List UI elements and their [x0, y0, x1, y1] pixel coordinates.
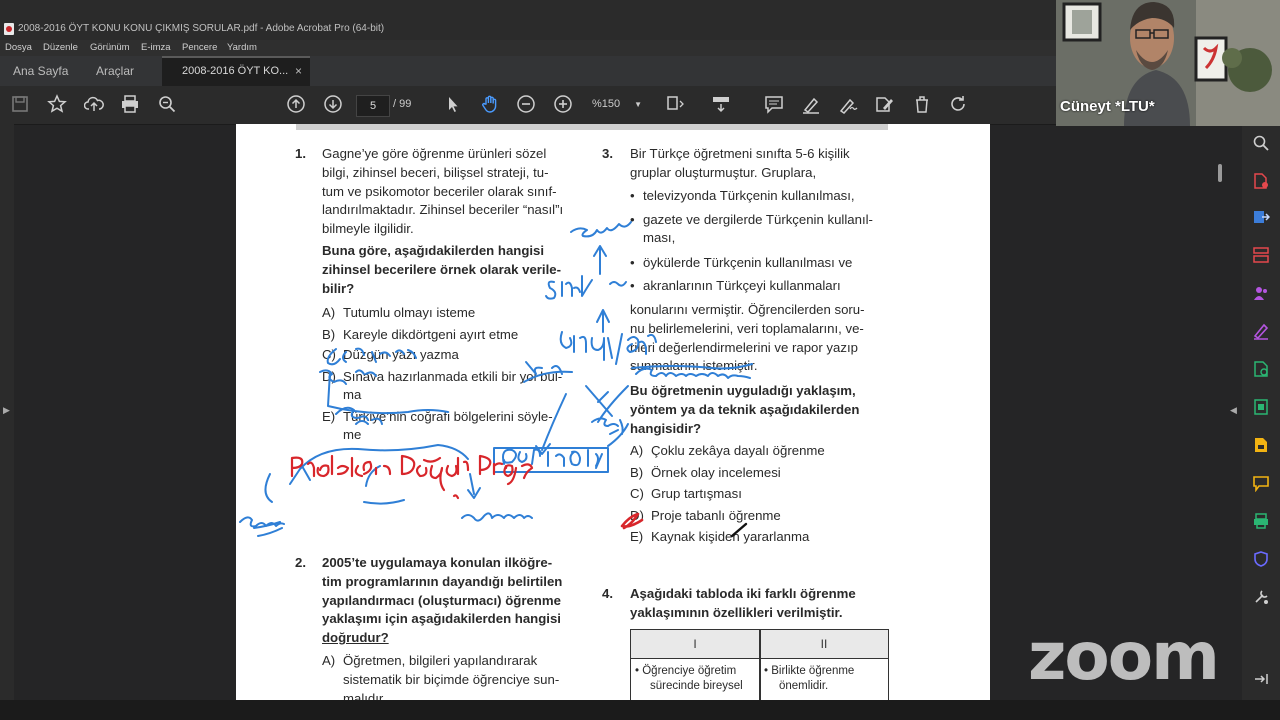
- ink-connector-2: [585, 385, 613, 417]
- chevron-down-icon: ▼: [634, 100, 643, 109]
- ink-word-birey: [559, 331, 657, 365]
- bookmark-star-icon[interactable]: [46, 94, 68, 116]
- document-scrollbar[interactable]: [1214, 124, 1226, 700]
- enhance-scan-icon[interactable]: [1251, 398, 1271, 418]
- pdf-page: 1. Gagne’ye göre öğrenme ürünleri sözel …: [236, 124, 990, 700]
- zoom-watermark-logo: zoom: [1028, 618, 1220, 695]
- zoom-level-value: %150: [592, 98, 621, 110]
- expand-left-panel-icon[interactable]: ▶: [3, 405, 10, 416]
- print-icon[interactable]: [119, 94, 141, 116]
- window-title: 2008-2016 ÖYT KONU KONU ÇIKMIŞ SORULAR.p…: [18, 23, 385, 34]
- upload-cloud-icon[interactable]: [83, 94, 105, 116]
- ink-word-yasam: [631, 363, 753, 379]
- ink-dayali-dot: [422, 456, 442, 463]
- zoom-in-icon[interactable]: [552, 94, 574, 116]
- export-pdf-icon[interactable]: [1251, 208, 1271, 228]
- ink-squiggle: [609, 281, 627, 287]
- ink-connector: [525, 361, 543, 375]
- ink-left-squiggle: [319, 369, 377, 385]
- tab-home[interactable]: Ana Sayfa: [13, 64, 68, 78]
- edit-pdf-icon[interactable]: [873, 94, 895, 116]
- ink-arrow-down: [535, 393, 567, 455]
- webcam-video: Cüneyt *LTU*: [1056, 0, 1280, 126]
- ink-under-curve: [363, 465, 405, 505]
- next-page-icon[interactable]: [322, 94, 344, 116]
- tab-document-label: 2008-2016 ÖYT KO...: [182, 65, 289, 77]
- menu-esign[interactable]: E-imza: [141, 42, 171, 53]
- comment-tool-icon[interactable]: [1251, 474, 1271, 494]
- scrollbar-thumb[interactable]: [1218, 164, 1222, 182]
- rotate-redo-icon[interactable]: [947, 94, 969, 116]
- comment-icon[interactable]: [763, 94, 785, 116]
- zoom-out-icon[interactable]: [515, 94, 537, 116]
- compress-pdf-icon[interactable]: [1251, 360, 1271, 380]
- print-production-icon[interactable]: [1251, 512, 1271, 532]
- ink-word-yeni: [239, 473, 285, 537]
- share-people-icon[interactable]: [1251, 284, 1271, 304]
- ink-text-ornek-olay: [502, 448, 603, 469]
- previous-page-icon[interactable]: [285, 94, 307, 116]
- right-tools-panel: [1242, 124, 1280, 700]
- ink-box-ornek-olay: [493, 447, 609, 473]
- highlight-pen-icon[interactable]: [800, 94, 822, 116]
- menu-view[interactable]: Görünüm: [90, 42, 130, 53]
- page-number-input[interactable]: 5: [356, 95, 390, 117]
- collapse-right-panel-icon[interactable]: ◀: [1230, 405, 1237, 416]
- ink-arrow-up: [593, 245, 607, 275]
- organize-pages-icon[interactable]: [1251, 246, 1271, 266]
- fill-sign-icon[interactable]: [1251, 322, 1271, 342]
- select-cursor-icon[interactable]: [442, 94, 464, 116]
- ink-word-grup: [570, 221, 632, 238]
- page-fit-icon[interactable]: [665, 94, 687, 116]
- collapse-panel-icon[interactable]: [1251, 670, 1271, 690]
- scroll-mode-icon[interactable]: [710, 94, 732, 116]
- ink-arrow-up-2: [596, 309, 610, 333]
- status-bar: [0, 700, 1280, 720]
- zoom-level-select[interactable]: %150 ▼: [592, 98, 642, 110]
- ink-annotations: [239, 221, 753, 538]
- zoom-search-icon[interactable]: [156, 94, 178, 116]
- menu-edit[interactable]: Düzenle: [43, 42, 78, 53]
- ink-word-kolumn: [461, 512, 533, 522]
- pen-cursor: [730, 522, 748, 538]
- delete-trash-icon[interactable]: [911, 94, 933, 116]
- hand-tool-icon[interactable]: [479, 94, 501, 116]
- menu-window[interactable]: Pencere: [182, 42, 217, 53]
- participant-name: Cüneyt *LTU*: [1060, 98, 1155, 115]
- tab-tools[interactable]: Araçlar: [96, 64, 134, 78]
- ink-word-sinif: [545, 275, 593, 300]
- tab-document[interactable]: 2008-2016 ÖYT KO... ×: [162, 56, 310, 86]
- shield-icon[interactable]: [1251, 550, 1271, 570]
- pdf-app-icon: [4, 23, 14, 35]
- create-pdf-icon[interactable]: [1251, 172, 1271, 192]
- more-tools-icon[interactable]: [1251, 588, 1271, 608]
- menu-file[interactable]: Dosya: [5, 42, 32, 53]
- close-tab-icon[interactable]: ×: [295, 64, 302, 78]
- ink-arrow-down-2: [467, 473, 481, 499]
- page-total: / 99: [393, 98, 412, 110]
- search-tool-icon[interactable]: [1251, 134, 1271, 154]
- ink-word-olay: [326, 347, 417, 366]
- protect-doc-icon[interactable]: [1251, 436, 1271, 456]
- sign-icon[interactable]: [837, 94, 859, 116]
- ink-red-tick: [452, 494, 460, 500]
- menu-help[interactable]: Yardım: [227, 42, 257, 53]
- save-icon[interactable]: [9, 94, 31, 116]
- left-nav-strip: ▶: [0, 124, 14, 700]
- ink-red-check-answer: [620, 512, 644, 530]
